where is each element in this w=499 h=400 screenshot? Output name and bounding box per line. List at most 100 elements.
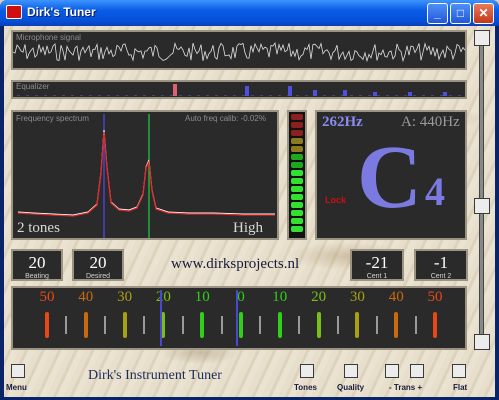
- level-led: [291, 178, 303, 184]
- cent-scale-label: 10: [272, 289, 288, 305]
- equalizer-bar: [173, 84, 177, 96]
- quality-label: Quality: [337, 383, 365, 392]
- cent-scale-label: 50: [427, 289, 443, 305]
- quality-checkbox[interactable]: [344, 364, 358, 378]
- desired-caption: Desired: [85, 273, 111, 280]
- trans-minus-checkbox[interactable]: [385, 364, 399, 378]
- cent-scale-label: 30: [117, 289, 133, 305]
- lock-indicator: Lock: [325, 195, 347, 205]
- maximize-button[interactable]: □: [450, 3, 471, 24]
- cent-scale-label: 20: [311, 289, 327, 305]
- cent2-value: -1: [433, 253, 449, 272]
- app-window: Dirk's Tuner _ □ ✕ Microphone signal Equ…: [0, 0, 499, 400]
- range-label: High: [233, 220, 263, 236]
- cent-scale-tick: [337, 316, 339, 334]
- frequency-spectrum-panel: Frequency spectrum Auto freq calib: -0.0…: [11, 110, 279, 240]
- cent-scale-bar: [277, 312, 282, 338]
- level-led: [291, 210, 303, 216]
- equalizer-panel: Equalizer: [11, 80, 467, 99]
- level-led: [291, 202, 303, 208]
- equalizer-bar: [245, 86, 249, 96]
- cent-scale-label: 40: [78, 289, 94, 305]
- level-led: [291, 122, 303, 128]
- cent2-needle: [236, 290, 238, 346]
- trans-label: - Trans +: [389, 383, 423, 392]
- slider-bottom-button[interactable]: [474, 334, 490, 350]
- window-title: Dirk's Tuner: [27, 5, 96, 19]
- level-led: [291, 130, 303, 136]
- cent-scale-tick: [181, 316, 184, 334]
- microphone-signal-panel: Microphone signal: [11, 30, 467, 70]
- beating-value: 20: [28, 253, 46, 272]
- equalizer-bar: [313, 90, 317, 96]
- cent-scale-tick: [375, 316, 378, 334]
- note-display-panel: 262Hz A: 440Hz C 4 Lock: [315, 110, 467, 240]
- slider-thumb[interactable]: [474, 198, 490, 214]
- cent-scale-tick: [65, 316, 68, 334]
- waveform-graph: [13, 41, 465, 63]
- cent-scale-bar: [394, 312, 399, 338]
- beating-box: 20 Beating: [11, 249, 63, 281]
- equalizer-graph: [17, 84, 461, 96]
- client-area: Microphone signal Equalizer Frequency sp…: [4, 26, 495, 397]
- cent-scale-label: 0: [237, 289, 245, 305]
- tones-count: 2 tones: [17, 220, 60, 236]
- level-led: [291, 162, 303, 168]
- level-led: [291, 146, 303, 152]
- cent1-value: -21: [365, 253, 389, 272]
- app-icon: [6, 5, 22, 19]
- tones-label: Tones: [294, 383, 317, 392]
- cent-scale-label: 30: [349, 289, 365, 305]
- cent-scale-bar: [355, 312, 360, 338]
- cent-scale-tick: [143, 316, 145, 334]
- equalizer-bar: [343, 90, 347, 96]
- website-link[interactable]: www.dirksprojects.nl: [171, 256, 299, 273]
- cent2-caption: Cent 2: [430, 273, 452, 280]
- cent-scale-bar: [239, 312, 243, 338]
- tones-checkbox[interactable]: [300, 364, 314, 378]
- cent-scale-tick: [104, 316, 107, 334]
- cent-scale-tick: [298, 316, 301, 334]
- flat-label: Flat: [453, 383, 468, 392]
- cent-scale-label: 20: [155, 289, 171, 305]
- level-led: [291, 138, 303, 144]
- cent-scale-bar: [200, 312, 205, 338]
- beating-caption: Beating: [25, 273, 49, 280]
- slider-top-button[interactable]: [474, 30, 490, 46]
- cent-scale-panel: 50 40 30 20 10 0 10 20 30 40 50: [11, 286, 467, 350]
- volume-slider[interactable]: [474, 30, 490, 360]
- cent-scale-bar: [122, 312, 127, 338]
- cent-scale-tick: [220, 316, 223, 334]
- cent-scale-label: 50: [39, 289, 55, 305]
- title-bar[interactable]: Dirk's Tuner _ □ ✕: [0, 0, 499, 26]
- equalizer-bar: [373, 92, 377, 96]
- level-led: [291, 226, 303, 232]
- minimize-button[interactable]: _: [427, 3, 448, 24]
- note-octave: 4: [425, 169, 445, 214]
- trans-plus-checkbox[interactable]: [410, 364, 424, 378]
- level-led: [291, 114, 303, 120]
- app-name: Dirk's Instrument Tuner: [88, 368, 222, 383]
- level-led: [291, 218, 303, 224]
- desired-value: 20: [89, 253, 107, 272]
- cent1-box: -21 Cent 1: [350, 249, 404, 281]
- cent-scale-label: 40: [388, 289, 404, 305]
- cent-scale-label: 10: [194, 289, 210, 305]
- equalizer-bar: [443, 92, 447, 96]
- level-led: [291, 194, 303, 200]
- cent-scale-tick: [414, 316, 417, 334]
- flat-checkbox[interactable]: [452, 364, 466, 378]
- level-led: [291, 186, 303, 192]
- close-button[interactable]: ✕: [473, 3, 494, 24]
- cent1-caption: Cent 1: [366, 273, 388, 280]
- level-led: [291, 170, 303, 176]
- level-meter: [287, 110, 307, 240]
- cent-scale-bar: [316, 312, 321, 338]
- menu-label: Menu: [6, 383, 27, 392]
- menu-checkbox[interactable]: [11, 364, 25, 378]
- desired-box: 20 Desired: [72, 249, 124, 281]
- cent-scale-bar: [45, 312, 49, 338]
- equalizer-bar: [408, 92, 412, 96]
- equalizer-bar: [288, 86, 292, 96]
- cent-scale-bar: [433, 312, 437, 338]
